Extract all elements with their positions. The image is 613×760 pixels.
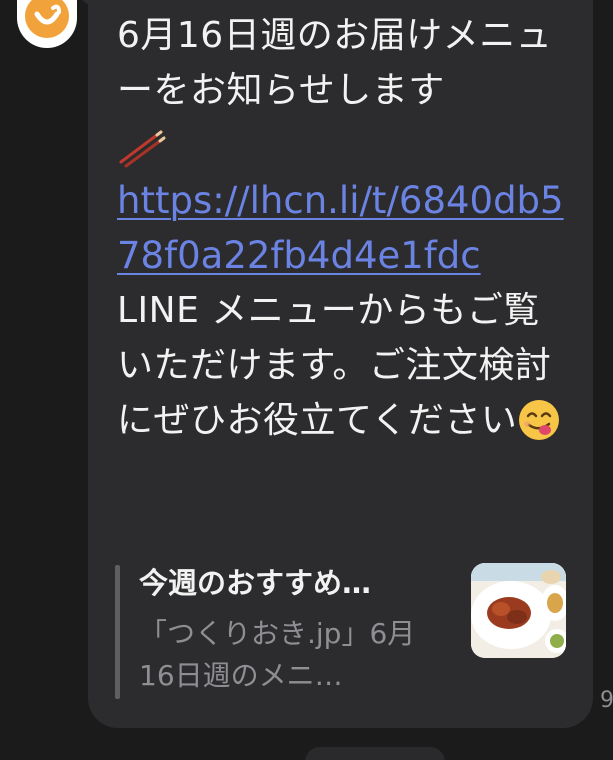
food-thumbnail [471,563,566,658]
preview-description: 「つくりおき.jp」6月16日週のメニ… [139,617,416,692]
smile-logo-icon [25,0,69,38]
message-body-text: LINE メニューからもご覧いただけます。ご注文検討にぜひお役立てください [117,290,552,441]
chopsticks-icon [117,118,569,173]
yum-face-icon [517,398,561,442]
message-timestamp: 9 [600,688,613,713]
next-message-stub [305,747,445,760]
menu-link[interactable]: https://lhcn.li/t/6840db578f0a22fb4d4e1f… [117,173,569,283]
sender-avatar[interactable] [17,0,77,48]
preview-title: 今週のおすすめ… [139,566,372,600]
link-preview-card[interactable]: 今週のおすすめ… 「つくりおき.jp」6月16日週のメニ… [115,563,567,701]
message-body: LINE メニューからもご覧いただけます。ご注文検討にぜひお役立てください [117,283,569,448]
preview-accent-bar [115,565,120,699]
chat-screen: 6月16日週のお届けメニューをお知らせします https://lhcn.li/t… [0,0,613,760]
message-heading: 6月16日週のお届けメニューをお知らせします [117,15,553,111]
message-bubble[interactable]: 6月16日週のお届けメニューをお知らせします https://lhcn.li/t… [88,0,593,728]
